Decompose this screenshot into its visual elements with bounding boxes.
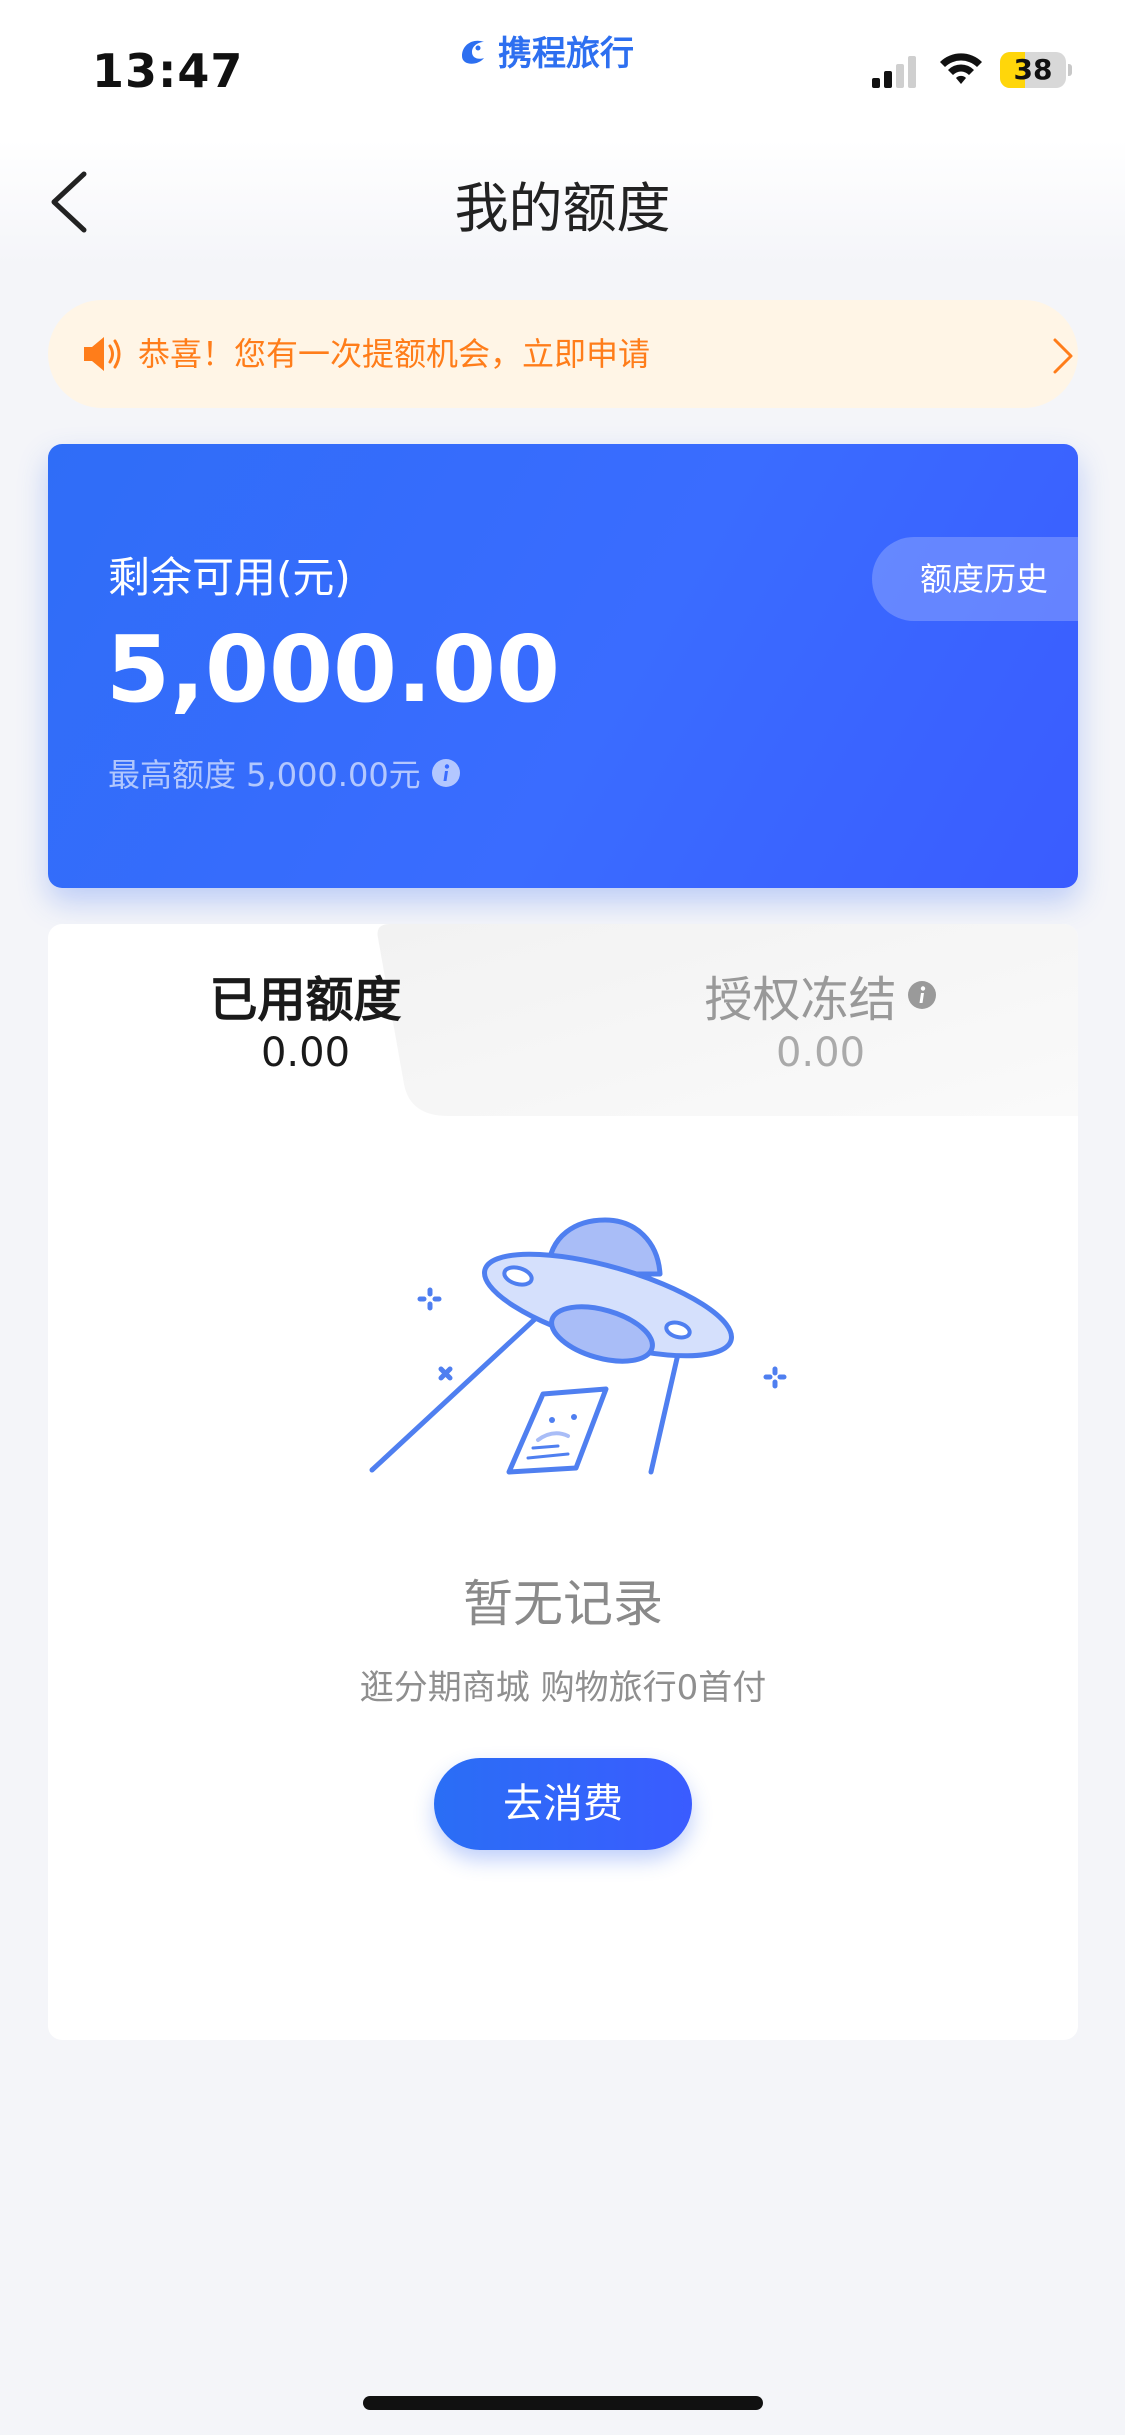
page-title: 我的额度 xyxy=(454,177,671,240)
chevron-right-icon xyxy=(1053,338,1073,374)
battery-level: 38 xyxy=(1013,53,1053,86)
empty-state-title: 暂无记录 xyxy=(463,1575,663,1633)
limit-history-button[interactable]: 额度历史 xyxy=(872,537,1078,621)
notice-text: 恭喜！您有一次提额机会，立即申请 xyxy=(138,335,651,373)
promo-notice-banner[interactable]: 恭喜！您有一次提额机会，立即申请 xyxy=(48,300,1078,408)
brand-name: 携程旅行 xyxy=(498,34,634,74)
max-limit-row: 最高额度 5,000.00元 xyxy=(108,750,461,796)
status-time: 13:47 xyxy=(92,44,244,98)
ctrip-dolphin-icon xyxy=(462,40,484,64)
home-indicator xyxy=(363,2396,763,2410)
records-panel: 已用额度 0.00 授权冻结 0.00 暂无记录 逛分期商城 购物旅行0首付 去… xyxy=(48,924,1078,2040)
tab-used-limit[interactable]: 已用额度 0.00 xyxy=(48,924,563,1116)
tab-frozen-title: 授权冻结 xyxy=(704,972,897,1028)
chevron-left-icon xyxy=(51,171,87,233)
battery-cap xyxy=(1068,64,1072,76)
battery-body: 38 xyxy=(1000,52,1066,88)
tab-authorization-frozen[interactable]: 授权冻结 0.00 xyxy=(563,924,1078,1116)
ufo-empty-illustration xyxy=(369,1217,787,1475)
back-button[interactable] xyxy=(44,166,104,238)
tab-used-title: 已用额度 xyxy=(209,972,402,1028)
go-spend-button[interactable]: 去消费 xyxy=(434,1758,692,1850)
info-icon[interactable] xyxy=(431,758,461,788)
balance-label: 剩余可用(元) xyxy=(108,553,351,602)
battery-indicator: 38 xyxy=(1000,52,1072,88)
nav-bar: 我的额度 xyxy=(0,140,1125,265)
tab-frozen-title-row: 授权冻结 xyxy=(563,960,1078,1030)
brand-logo: 携程旅行 xyxy=(456,26,634,75)
available-balance-card: 剩余可用(元) 5,000.00 最高额度 5,000.00元 额度历史 xyxy=(48,444,1078,888)
cellular-signal-icon xyxy=(872,56,916,88)
tab-frozen-value: 0.00 xyxy=(775,1030,866,1076)
balance-amount: 5,000.00 xyxy=(106,616,560,723)
tab-used-value: 0.00 xyxy=(260,1030,351,1076)
info-icon[interactable] xyxy=(907,980,937,1010)
wifi-icon xyxy=(940,53,982,84)
status-bar: 13:47 携程旅行 38 xyxy=(0,0,1125,140)
max-limit-text: 最高额度 5,000.00元 xyxy=(108,756,421,794)
speaker-icon xyxy=(84,337,121,371)
empty-state-subtitle: 逛分期商城 购物旅行0首付 xyxy=(359,1668,767,1708)
